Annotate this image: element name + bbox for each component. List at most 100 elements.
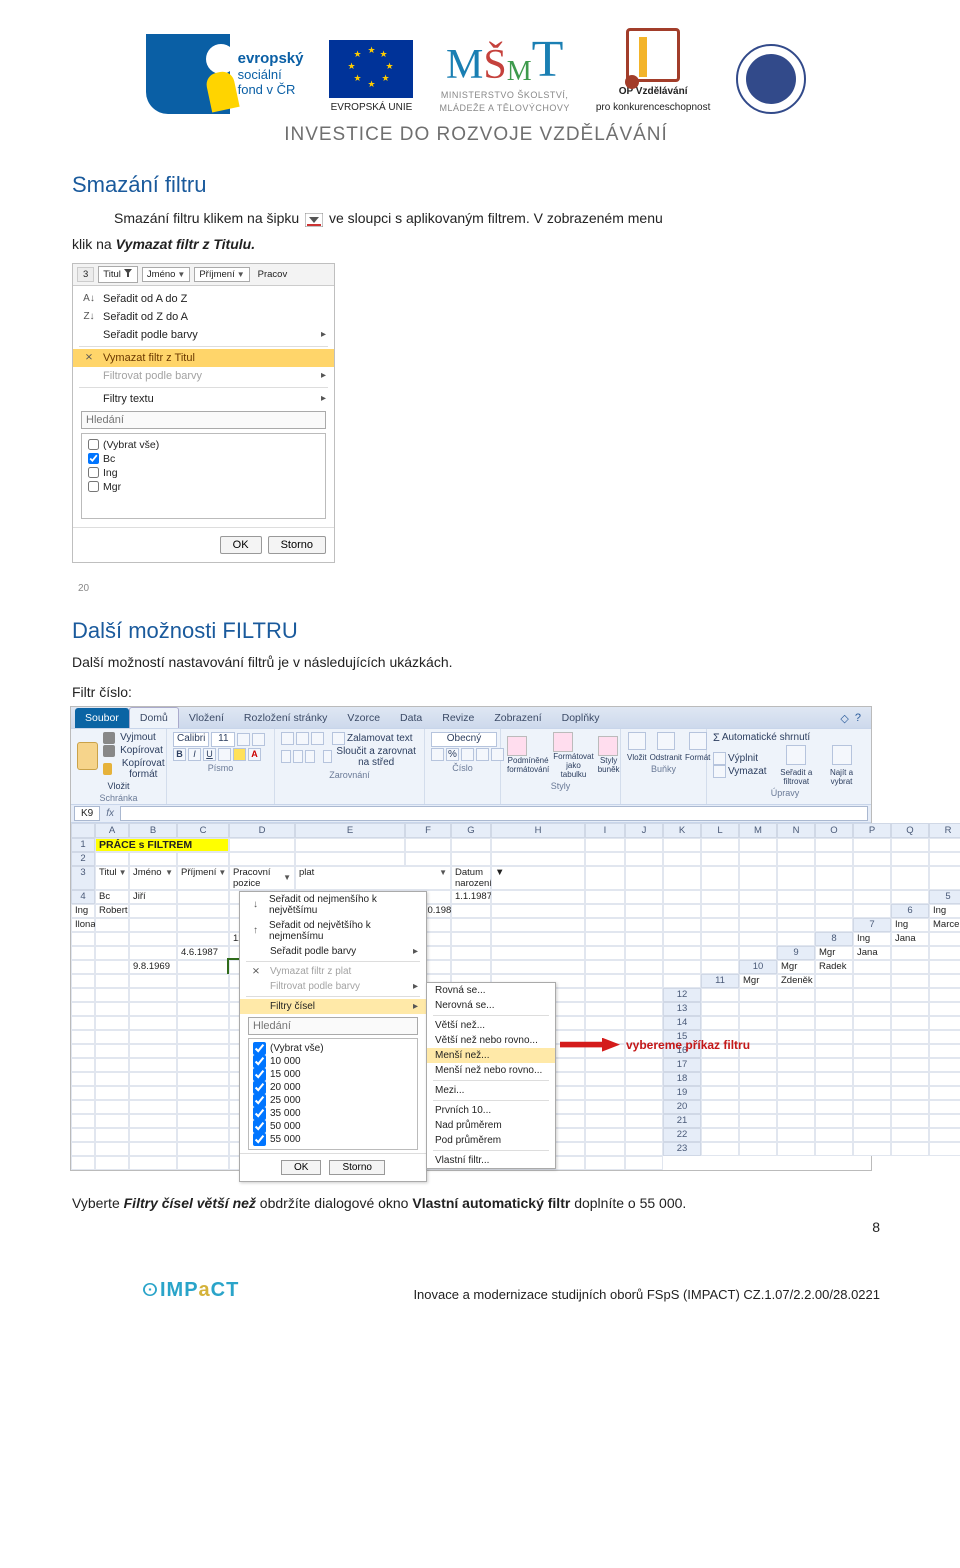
number-format-select[interactable]: Obecný	[431, 732, 497, 747]
submenu-item-1[interactable]: Nerovná se...	[427, 998, 555, 1013]
ok-button[interactable]: OK	[220, 536, 262, 554]
grow-font-icon[interactable]	[237, 733, 250, 746]
align-center-icon[interactable]	[293, 750, 303, 763]
tab-domu[interactable]: Domů	[129, 707, 179, 728]
tab-data[interactable]: Data	[390, 708, 432, 728]
menu-sort-za[interactable]: Z↓ Seřadit od Z do A	[73, 308, 334, 326]
fx-icon[interactable]: fx	[106, 808, 114, 819]
percent-icon[interactable]: %	[446, 748, 459, 761]
menu-filter-text[interactable]: Filtry textu▸	[73, 390, 334, 408]
help-icon[interactable]: ?	[855, 712, 861, 725]
ov-ok-button[interactable]: OK	[281, 1160, 321, 1175]
th-3[interactable]: Pracovní pozice▼	[229, 866, 295, 890]
th-0[interactable]: Titul▼	[95, 866, 129, 890]
submenu-item-3[interactable]: Větší než nebo rovno...	[427, 1033, 555, 1048]
submenu-item-9[interactable]: Pod průměrem	[427, 1133, 555, 1148]
tab-rozlozeni[interactable]: Rozložení stránky	[234, 708, 337, 728]
align-right-icon[interactable]	[305, 750, 315, 763]
paste-icon[interactable]	[77, 742, 98, 770]
tab-doplnky[interactable]: Doplňky	[552, 708, 610, 728]
tab-revize[interactable]: Revize	[432, 708, 484, 728]
align-top-icon[interactable]	[281, 732, 294, 745]
col-prijmeni[interactable]: Příjmení▼	[194, 267, 249, 282]
chk-35 000[interactable]: 35 000	[253, 1107, 413, 1120]
cond-format-icon[interactable]	[507, 736, 527, 756]
ov-sort-color[interactable]: Seřadit podle barvy▸	[240, 944, 426, 959]
minimize-ribbon-icon[interactable]: ◇	[840, 712, 848, 725]
align-bot-icon[interactable]	[311, 732, 324, 745]
underline-icon[interactable]: U	[203, 748, 216, 761]
cancel-button[interactable]: Storno	[268, 536, 326, 554]
tab-zobrazeni[interactable]: Zobrazení	[484, 708, 551, 728]
chk-20 000[interactable]: 20 000	[253, 1081, 413, 1094]
shrink-font-icon[interactable]	[252, 733, 265, 746]
tab-vlozeni[interactable]: Vložení	[179, 708, 234, 728]
submenu-item-4[interactable]: Menší než...	[427, 1048, 555, 1063]
th-1[interactable]: Jméno▼	[129, 866, 177, 890]
submenu-item-5[interactable]: Menší než nebo rovno...	[427, 1063, 555, 1078]
menu-clear-filter[interactable]: ⨯ Vymazat filtr z Titul	[73, 349, 334, 367]
cut-button[interactable]: Vyjmout	[103, 732, 170, 744]
font-name-select[interactable]: Calibri	[173, 732, 209, 747]
chk-50 000[interactable]: 50 000	[253, 1120, 413, 1133]
clear-button[interactable]: Vymazat	[713, 765, 767, 778]
ov-sort-desc[interactable]: ↑Seřadit od největšího k nejmenšímu	[240, 918, 426, 944]
border-icon[interactable]	[218, 748, 231, 761]
insert-button[interactable]: Vložit	[627, 732, 647, 762]
th-5[interactable]: Datum narození▼	[451, 866, 491, 890]
chk-all[interactable]: (Vybrat vše)	[88, 438, 319, 452]
tab-vzorce[interactable]: Vzorce	[337, 708, 390, 728]
ov-sort-asc[interactable]: ↓Seřadit od nejmenšího k největšímu	[240, 892, 426, 918]
name-box[interactable]: K9	[74, 806, 100, 821]
impact-mark-icon: ⵙ	[142, 1280, 158, 1301]
search-input[interactable]	[81, 411, 326, 429]
menu-sort-az[interactable]: A↓ Seřadit od A do Z	[73, 290, 334, 308]
format-painter-button[interactable]: Kopírovat formát	[103, 758, 170, 780]
chk-10 000[interactable]: 10 000	[253, 1055, 413, 1068]
font-size-select[interactable]: 11	[211, 732, 235, 747]
fill-button[interactable]: Výplnit	[713, 752, 767, 765]
submenu-item-6[interactable]: Mezi...	[427, 1083, 555, 1098]
ov-filter-num[interactable]: Filtry čísel▸	[240, 999, 426, 1014]
submenu-item-8[interactable]: Nad průměrem	[427, 1118, 555, 1133]
chk-25 000[interactable]: 25 000	[253, 1094, 413, 1107]
inc-dec-icon[interactable]	[476, 748, 489, 761]
autosum-button[interactable]: Σ Automatické shrnutí	[713, 732, 810, 744]
format-table-icon[interactable]	[553, 732, 573, 752]
menu-sort-color[interactable]: Seřadit podle barvy▸	[73, 326, 334, 344]
submenu-item-2[interactable]: Větší než...	[427, 1018, 555, 1033]
align-left-icon[interactable]	[281, 750, 291, 763]
sort-filter-button[interactable]: Seřadit a filtrovat	[777, 745, 816, 786]
font-color-icon[interactable]: A	[248, 748, 261, 761]
chk-bc[interactable]: Bc	[88, 452, 319, 466]
align-mid-icon[interactable]	[296, 732, 309, 745]
chk-15 000[interactable]: 15 000	[253, 1068, 413, 1081]
chk-ing[interactable]: Ing	[88, 466, 319, 480]
submenu-item-0[interactable]: Rovná se...	[427, 983, 555, 998]
find-select-button[interactable]: Najít a vybrat	[826, 745, 857, 786]
comma-icon[interactable]	[461, 748, 474, 761]
delete-button[interactable]: Odstranit	[650, 732, 682, 762]
col-jmeno[interactable]: Jméno▼	[142, 267, 190, 282]
submenu-item-7[interactable]: Prvních 10...	[427, 1103, 555, 1118]
col-titul[interactable]: Titul	[98, 266, 138, 283]
formula-bar[interactable]	[120, 806, 868, 821]
cell-styles-icon[interactable]	[598, 736, 618, 756]
bold-icon[interactable]: B	[173, 748, 186, 761]
copy-button[interactable]: Kopírovat	[103, 745, 170, 757]
currency-icon[interactable]	[431, 748, 444, 761]
ov-search-input[interactable]	[248, 1017, 418, 1035]
ov-cancel-button[interactable]: Storno	[329, 1160, 384, 1175]
chk-55 000[interactable]: 55 000	[253, 1133, 413, 1146]
header-logos: evropský sociální fond v ČR ★★ ★★ ★★ ★★ …	[72, 28, 880, 114]
submenu-item-10[interactable]: Vlastní filtr...	[427, 1153, 555, 1168]
italic-icon[interactable]: I	[188, 748, 201, 761]
tab-soubor[interactable]: Soubor	[75, 708, 129, 728]
fill-color-icon[interactable]	[233, 748, 246, 761]
th-2[interactable]: Příjmení▼	[177, 866, 229, 890]
chk-mgr[interactable]: Mgr	[88, 480, 319, 494]
esf-logo-block: evropský sociální fond v ČR	[146, 34, 304, 114]
merge-button[interactable]: Sloučit a zarovnat na střed	[323, 746, 418, 768]
th-4[interactable]: plat▼	[295, 866, 451, 890]
wrap-text-button[interactable]: Zalamovat text	[332, 732, 413, 745]
